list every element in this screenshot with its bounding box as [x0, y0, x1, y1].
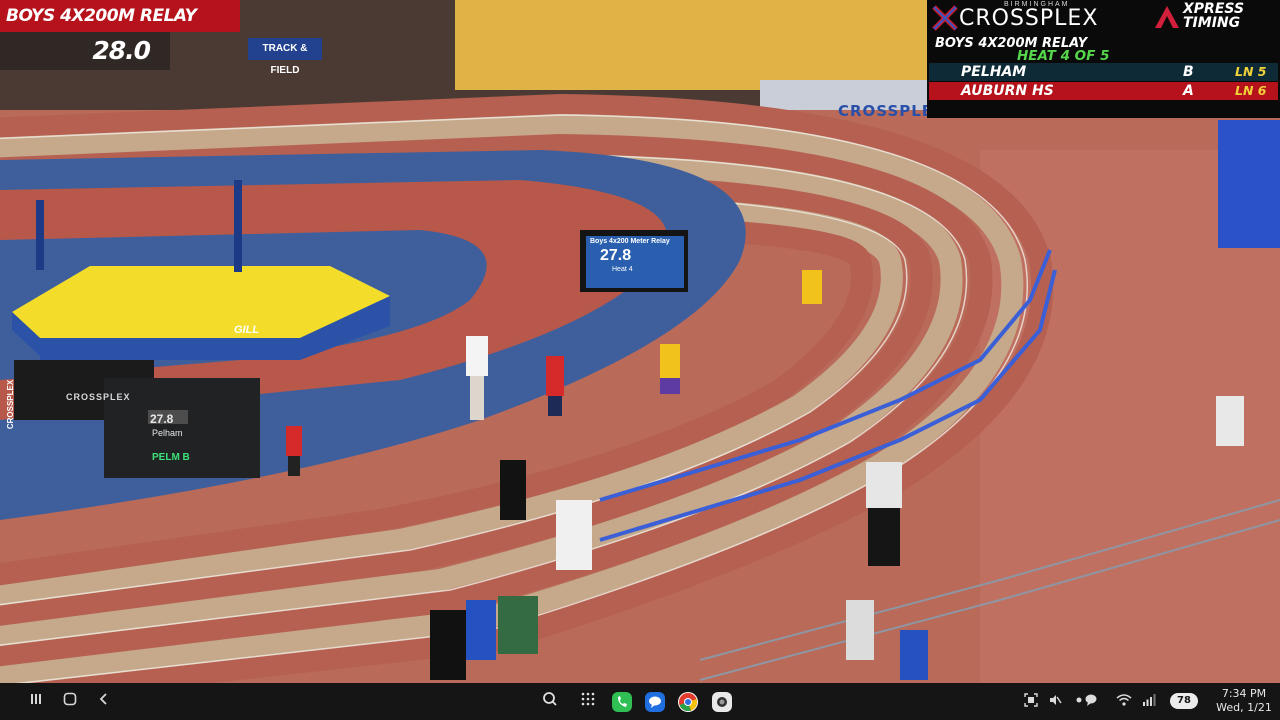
- team-lane: LN 5: [1235, 64, 1267, 79]
- track-field-banner: TRACK & FIELD: [248, 38, 322, 76]
- scoreboard-logos: BIRMINGHAM CROSSPLEX XPRESS TIMING: [927, 0, 1280, 34]
- sponsor-line2: TIMING: [1183, 15, 1241, 31]
- infield-board-title: Boys 4x200 Meter Relay: [590, 238, 670, 245]
- recents-icon[interactable]: [26, 691, 46, 711]
- camera-icon[interactable]: [712, 692, 732, 712]
- messages-icon[interactable]: [645, 692, 665, 712]
- table-display-team-code: PELM B: [152, 452, 190, 463]
- back-icon[interactable]: [94, 691, 114, 711]
- team-lane: LN 6: [1235, 83, 1267, 98]
- apps-icon[interactable]: [578, 691, 598, 711]
- team-leg: B: [1183, 64, 1194, 80]
- scoreboard-brand-name: CROSSPLEX: [959, 6, 1099, 31]
- team-name: AUBURN HS: [961, 83, 1054, 99]
- status-date: Wed, 1/21: [1216, 701, 1272, 714]
- sponsor-line1: XPRESS: [1183, 1, 1245, 17]
- team-leg: A: [1183, 83, 1194, 99]
- event-title-bar: BOYS 4X200M RELAY: [0, 0, 240, 32]
- scoreboard-heat: HEAT 4 OF 5: [1017, 48, 1110, 64]
- xpress-timing-logo-icon: [1155, 6, 1179, 28]
- side-brand-label: CROSSPLEX: [6, 379, 16, 430]
- table-brand-label: CROSSPLEX: [66, 392, 131, 402]
- infield-board-heat: Heat 4: [612, 266, 633, 273]
- phone-icon[interactable]: [612, 692, 632, 712]
- wifi-icon: [1116, 693, 1132, 712]
- table-display-team: Pelham: [152, 428, 183, 438]
- pit-brand-label: GILL: [234, 324, 260, 336]
- scoreboard-row: AUBURN HS A LN 6: [929, 82, 1278, 100]
- system-navigation-bar: 78 7:34 PM Wed, 1/21: [0, 683, 1280, 720]
- battery-indicator: 78: [1170, 693, 1198, 709]
- screenshot-icon[interactable]: [1024, 693, 1038, 712]
- chrome-icon[interactable]: [678, 692, 698, 712]
- scoreboard-row: PELHAM B LN 5: [929, 63, 1278, 81]
- status-time: 7:34 PM: [1221, 687, 1267, 700]
- battery-level: 78: [1177, 695, 1191, 706]
- mute-icon: [1048, 693, 1062, 712]
- table-display-time: 27.8: [150, 412, 174, 426]
- clock-widget[interactable]: 7:34 PM Wed, 1/21: [1212, 687, 1276, 715]
- signal-icon: [1142, 693, 1156, 712]
- crossplex-logo-icon: [932, 5, 958, 31]
- chat-icon[interactable]: [1084, 693, 1098, 712]
- team-name: PELHAM: [961, 64, 1027, 80]
- race-clock: 28.0: [0, 32, 170, 70]
- infield-board-time: 27.8: [600, 247, 632, 264]
- home-icon[interactable]: [60, 691, 80, 711]
- scoreboard-panel: BIRMINGHAM CROSSPLEX XPRESS TIMING BOYS …: [927, 0, 1280, 118]
- search-icon[interactable]: [540, 691, 560, 711]
- sponsor-logo-text: XPRESS TIMING: [1183, 2, 1279, 30]
